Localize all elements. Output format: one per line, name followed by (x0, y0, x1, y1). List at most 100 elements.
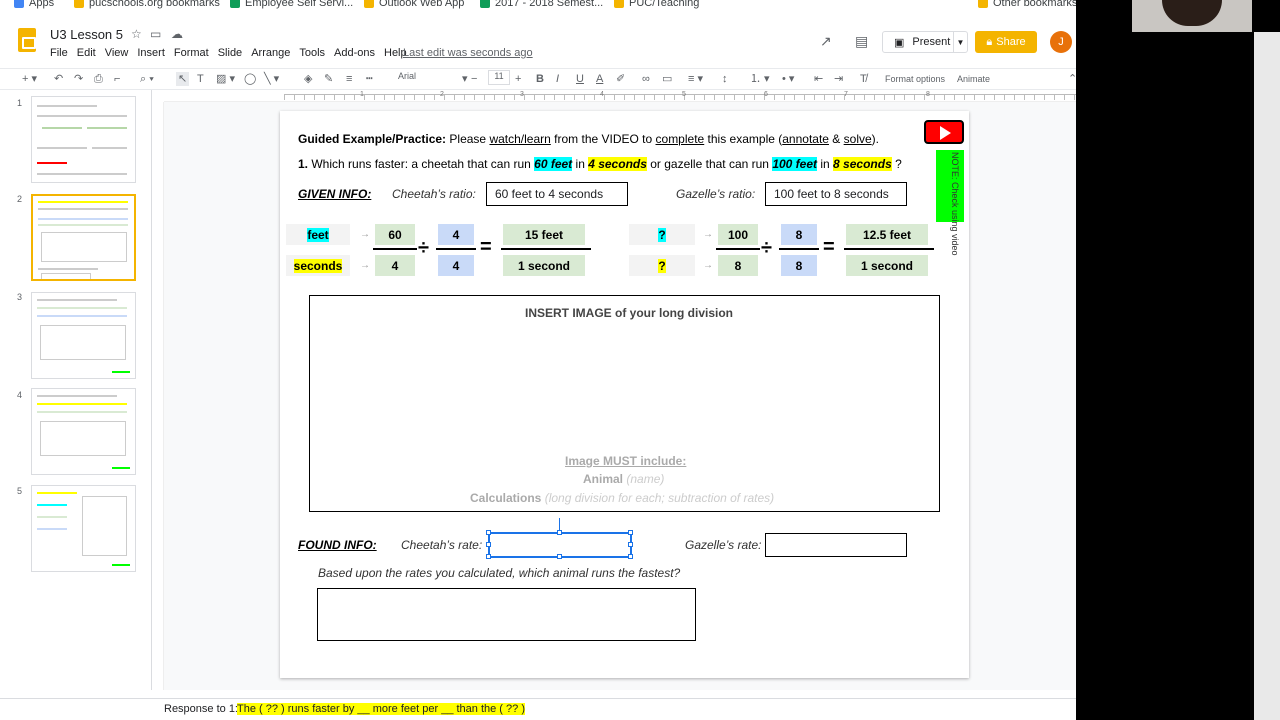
select-icon[interactable]: ↖ (176, 72, 190, 86)
menu-format[interactable]: Format (174, 47, 209, 59)
bookmark-semester[interactable]: 2017 - 2018 Semest... (480, 0, 603, 9)
comments-icon[interactable]: ▤ (855, 33, 868, 50)
align-icon[interactable]: ≡ ▾ (688, 72, 703, 86)
image-animal-line: Animal (name) (583, 472, 665, 486)
shape-icon[interactable]: ◯ (244, 72, 256, 86)
decrease-font-icon[interactable]: − (471, 72, 477, 86)
bookmark-pucschools[interactable]: pucschools.org bookmarks (74, 0, 220, 9)
present-button[interactable]: ▣ Present ▼ (882, 31, 968, 53)
apps-icon (14, 0, 24, 8)
bold-icon[interactable]: B (536, 72, 544, 86)
folder-icon (364, 0, 374, 8)
format-options-button[interactable]: Format options (885, 72, 945, 86)
menu-slide[interactable]: Slide (218, 47, 242, 59)
gazelle-result-top: 12.5 feet (846, 224, 928, 245)
move-folder-icon[interactable]: ▭ (150, 27, 161, 41)
last-edit-link[interactable]: Last edit was seconds ago (403, 47, 533, 59)
bookmark-outlook[interactable]: Outlook Web App (364, 0, 464, 9)
cheetah-result-bottom: 1 second (503, 255, 585, 276)
equals-icon: = (480, 236, 492, 258)
gazelle-ratio-field[interactable]: 100 feet to 8 seconds (765, 182, 907, 206)
border-weight-icon[interactable]: ≡ (346, 72, 352, 86)
paint-format-icon[interactable]: ⌐ (114, 72, 120, 86)
slide-thumbnail[interactable] (31, 485, 136, 572)
text-color-icon[interactable]: A (596, 72, 603, 86)
document-title[interactable]: U3 Lesson 5 (50, 27, 123, 42)
slide-thumbnail[interactable] (31, 96, 136, 183)
equals-icon: = (823, 236, 835, 258)
gazelle-numerator: 100 (718, 224, 758, 245)
fill-color-icon[interactable]: ◈ (304, 72, 312, 86)
line-spacing-icon[interactable]: ↕ (722, 72, 728, 86)
menu-addons[interactable]: Add-ons (334, 47, 375, 59)
slide-thumbnail-selected[interactable] (31, 194, 136, 281)
bookmark-puc-teaching[interactable]: PUC/Teaching (614, 0, 699, 9)
clear-formatting-icon[interactable]: T̸ (860, 72, 867, 86)
menu-tools[interactable]: Tools (299, 47, 325, 59)
font-size-input[interactable]: 11 (488, 70, 510, 85)
slide-number: 3 (17, 292, 23, 302)
account-avatar[interactable]: J (1050, 31, 1072, 53)
border-dash-icon[interactable]: ┅ (366, 72, 373, 86)
menu-edit[interactable]: Edit (77, 47, 96, 59)
line-icon[interactable]: ╲ ▾ (264, 72, 279, 86)
arrow-icon: → (360, 260, 370, 271)
video-play-icon[interactable] (924, 120, 964, 144)
unit-seconds: seconds (286, 255, 350, 276)
menu-file[interactable]: File (50, 47, 68, 59)
image-icon[interactable]: ▨ ▾ (216, 72, 235, 86)
decrease-indent-icon[interactable]: ⇤ (814, 72, 823, 86)
bookmark-employee[interactable]: Employee Self Servi... (230, 0, 353, 9)
zoom-icon[interactable]: ⌕ ▾ (140, 72, 154, 86)
question-1: 1. Which runs faster: a cheetah that can… (298, 157, 902, 171)
print-icon[interactable]: ⎙ (94, 72, 103, 86)
cheetah-result-top: 15 feet (503, 224, 585, 245)
speaker-notes[interactable]: Response to 1: The ( ?? ) runs faster by… (0, 698, 1076, 720)
slide-thumbnail[interactable] (31, 388, 136, 475)
font-select[interactable]: Arial (398, 71, 460, 81)
gazelle-divisor-top: 8 (781, 224, 817, 245)
share-button[interactable]: 🔒︎ Share (975, 31, 1037, 53)
gazelle-divisor-bottom: 8 (781, 255, 817, 276)
font-dropdown-icon[interactable]: ▾ (462, 72, 468, 86)
bookmark-other[interactable]: Other bookmarks (978, 0, 1077, 9)
rotate-handle[interactable] (559, 518, 560, 530)
link-icon[interactable]: ∞ (642, 72, 650, 86)
italic-icon[interactable]: I (556, 72, 559, 86)
lock-icon: 🔒︎ (986, 35, 993, 48)
increase-font-icon[interactable]: + (515, 72, 521, 86)
slide-number: 5 (17, 486, 23, 496)
menu-arrange[interactable]: Arrange (251, 47, 290, 59)
slides-logo-icon[interactable] (18, 28, 36, 52)
image-calculations-line: Calculations (long division for each; su… (470, 491, 775, 505)
numbered-list-icon[interactable]: ⒈ ▾ (750, 72, 770, 86)
increase-indent-icon[interactable]: ⇥ (834, 72, 843, 86)
highlight-icon[interactable]: ✐ (616, 72, 625, 86)
final-question: Based upon the rates you calculated, whi… (318, 566, 681, 580)
notes-text: The ( ?? ) runs faster by __ more feet p… (237, 703, 525, 715)
text-box-icon[interactable]: T (197, 72, 204, 86)
toolbar: + ▾ ↶ ↷ ⎙ ⌐ ⌕ ▾ ↖ T ▨ ▾ ◯ ╲ ▾ ◈ ✎ ≡ ┅ ▾ … (0, 68, 1086, 90)
menu-insert[interactable]: Insert (137, 47, 165, 59)
present-dropdown-icon[interactable]: ▼ (953, 32, 967, 52)
activity-trend-icon[interactable]: ↗ (820, 33, 832, 50)
animate-button[interactable]: Animate (957, 72, 990, 86)
slide-number: 4 (17, 390, 23, 400)
star-icon[interactable]: ☆ (131, 27, 142, 41)
menu-view[interactable]: View (105, 47, 129, 59)
gazelle-rate-field[interactable] (765, 533, 907, 557)
new-slide-icon[interactable]: + ▾ (22, 72, 37, 86)
border-color-icon[interactable]: ✎ (324, 72, 333, 86)
slide-thumbnail[interactable] (31, 292, 136, 379)
underline-icon[interactable]: U (576, 72, 584, 86)
redo-icon[interactable]: ↷ (74, 72, 83, 86)
unit-feet: feet (286, 224, 350, 245)
gazelle-denominator: 8 (718, 255, 758, 276)
cheetah-ratio-field[interactable]: 60 feet to 4 seconds (486, 182, 628, 206)
answer-field[interactable] (317, 588, 696, 641)
bookmark-apps[interactable]: Apps (14, 0, 54, 9)
comment-icon[interactable]: ▭ (662, 72, 672, 86)
bulleted-list-icon[interactable]: • ▾ (782, 72, 794, 86)
cheetah-divisor-bottom: 4 (438, 255, 474, 276)
undo-icon[interactable]: ↶ (54, 72, 63, 86)
